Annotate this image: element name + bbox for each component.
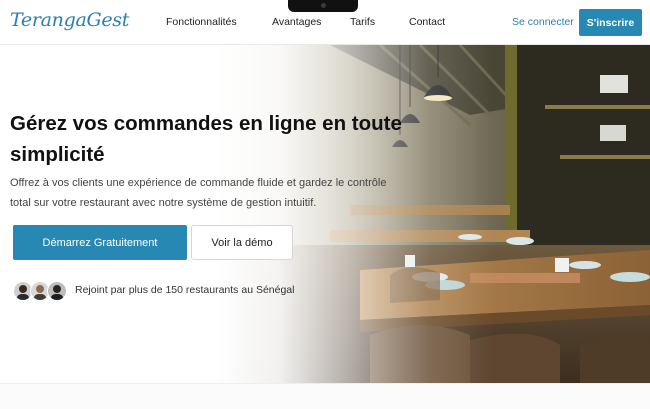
view-demo-button[interactable]: Voir la démo xyxy=(191,225,293,260)
nav-link-contact[interactable]: Contact xyxy=(409,16,445,28)
login-link[interactable]: Se connecter xyxy=(512,16,574,28)
nav-link-avantages[interactable]: Avantages xyxy=(272,16,321,28)
avatar xyxy=(47,281,67,301)
hero-section: Gérez vos commandes en ligne en toute si… xyxy=(0,45,650,383)
site-header: TerangaGest Fonctionnalités Avantages Ta… xyxy=(0,0,650,45)
nav-link-fonctionnalites[interactable]: Fonctionnalités xyxy=(166,16,237,28)
avatar-group xyxy=(13,281,69,301)
hero-fade-overlay xyxy=(0,45,650,383)
signup-button[interactable]: S'inscrire xyxy=(579,9,642,36)
camera-notch xyxy=(288,0,358,12)
hero-title: Gérez vos commandes en ligne en toute si… xyxy=(10,112,402,166)
social-proof-text: Rejoint par plus de 150 restaurants au S… xyxy=(75,284,295,296)
hero-subtitle: Offrez à vos clients une expérience de c… xyxy=(10,177,387,209)
next-section xyxy=(0,383,650,409)
start-free-button[interactable]: Démarrez Gratuitement xyxy=(13,225,187,260)
logo[interactable]: TerangaGest xyxy=(10,9,129,31)
nav-link-tarifs[interactable]: Tarifs xyxy=(350,16,375,28)
